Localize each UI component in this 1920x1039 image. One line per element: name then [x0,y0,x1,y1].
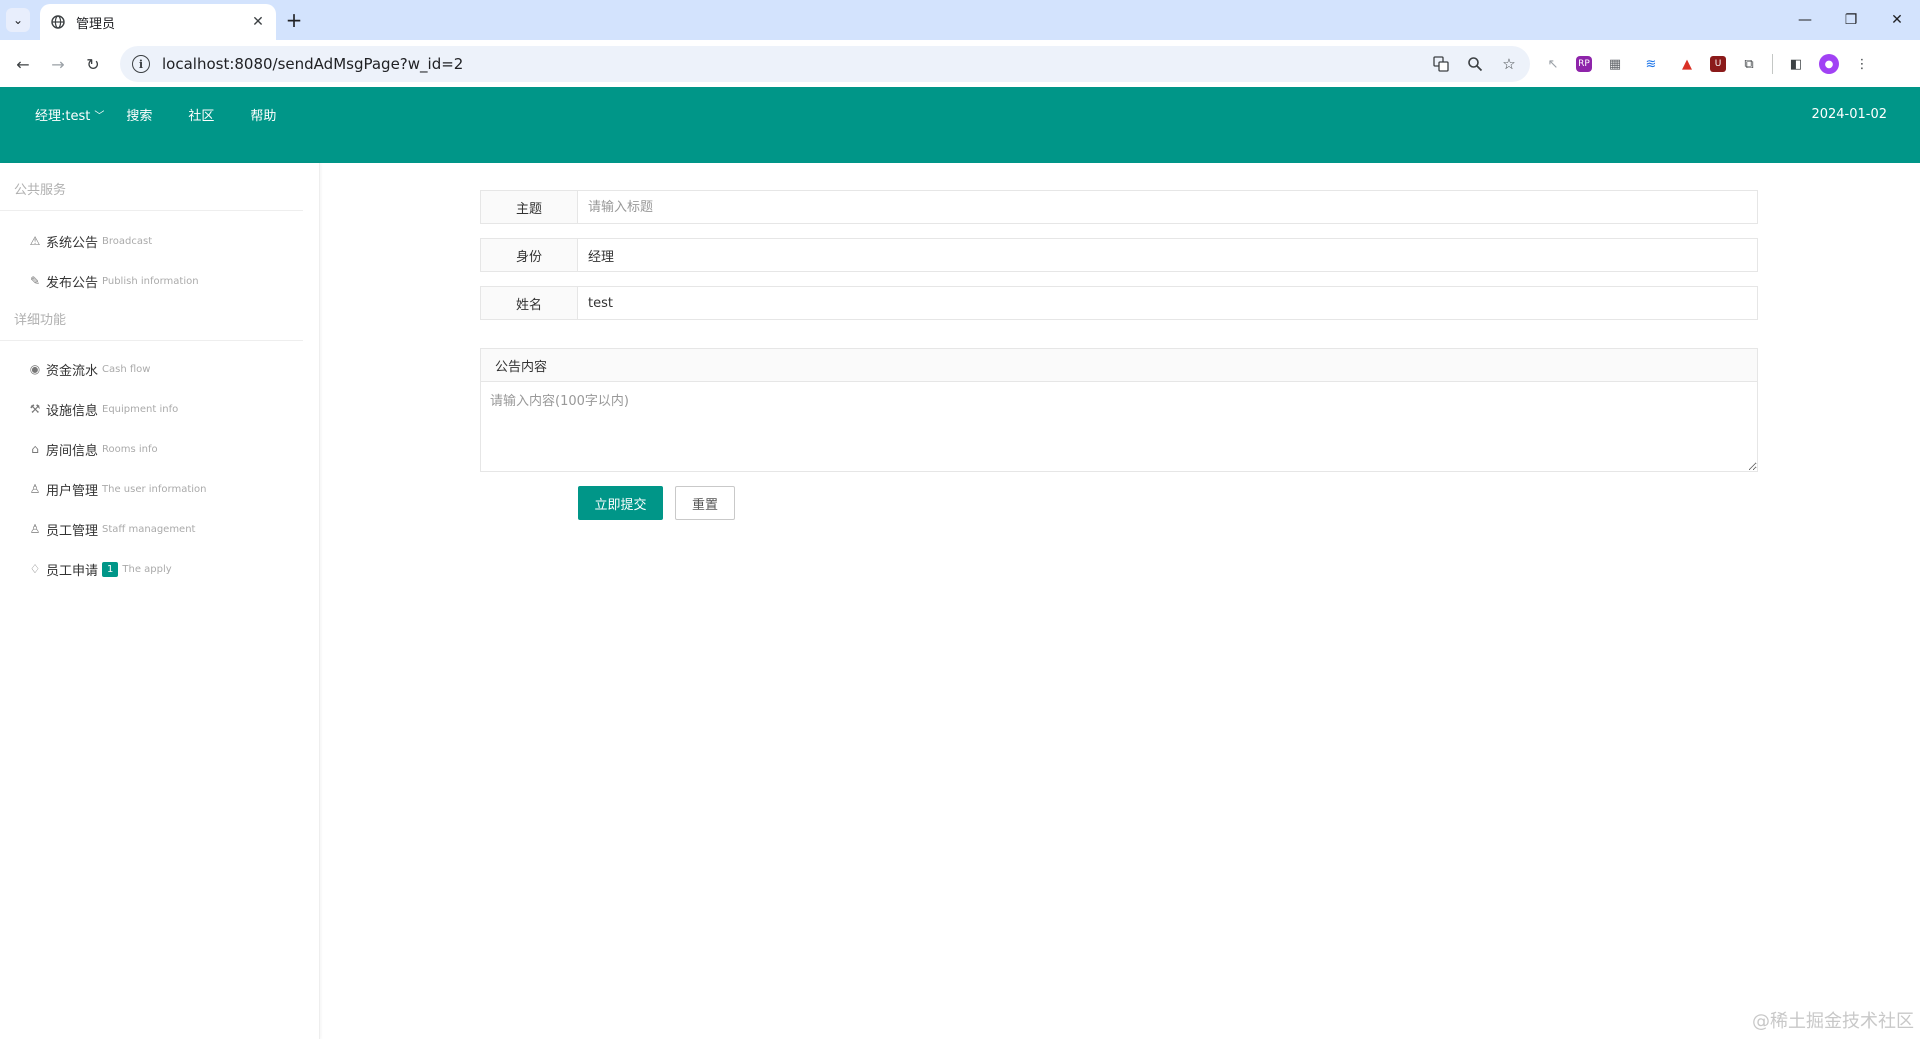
sidebar-section-public: 公共服务 [0,163,303,211]
extensions-bar: ↖ RP ▦ ≋ ▲ U ⧉ ◧ ● ⋮ [1540,51,1875,77]
staff-icon: ♙ [29,522,41,536]
nav-help[interactable]: 帮助 [250,105,276,124]
content-label: 公告内容 [480,348,1758,382]
header-date: 2024-01-02 [1811,107,1887,122]
sidebar-item-sub: Equipment info [102,403,179,415]
sidepanel-icon[interactable]: ◧ [1783,51,1809,77]
browser-tabstrip: ⌄ 管理员 ✕ + — ❐ ✕ [0,0,1920,40]
info-icon[interactable]: i [132,55,150,73]
cash-icon: ◉ [29,362,41,376]
sidebar-item-sub: The user information [102,483,207,495]
top-nav: 经理:test ﹀ 搜索 社区 帮助 [35,105,312,124]
role-input[interactable] [578,238,1758,272]
user-icon: ♙ [29,482,41,496]
sidebar-item-apply[interactable]: ♢ 员工申请 1 The apply [0,549,319,589]
url-text: localhost:8080/sendAdMsgPage?w_id=2 [162,55,464,73]
sidebar-item-label: 资金流水 [46,363,99,379]
sidebar-item-label: 员工申请 [46,563,99,579]
sidebar-item-label: 员工管理 [46,523,99,539]
sidebar-item-cashflow[interactable]: ◉ 资金流水 Cash flow [0,349,319,389]
reset-button[interactable]: 重置 [675,486,735,520]
sidebar-item-sub: The apply [122,563,172,575]
form-actions: 立即提交 重置 [578,486,735,520]
chevron-down-icon: ﹀ [94,111,105,122]
role-row: 身份 [480,238,1758,272]
notification-badge: 1 [102,561,119,577]
sidebar-section-detail: 详细功能 [0,301,303,341]
puzzle-icon[interactable]: ⧉ [1736,51,1762,77]
tools-icon: ⚒ [29,402,41,416]
sidebar-item-sub: Broadcast [102,235,153,247]
sidebar-item-broadcast[interactable]: ⚠ 系统公告 Broadcast [0,221,319,261]
tab-search-button[interactable]: ⌄ [6,8,30,32]
subject-label: 主题 [480,190,578,224]
ublock-extension-icon[interactable]: U [1710,56,1726,72]
toolbar-divider [1772,54,1773,74]
sidebar-item-equipment[interactable]: ⚒ 设施信息 Equipment info [0,389,319,429]
sidebar-item-label: 房间信息 [46,443,99,459]
star-icon[interactable]: ☆ [1498,53,1520,75]
user-menu-label: 经理:test [35,109,91,124]
layers-extension-icon[interactable]: ≋ [1638,51,1664,77]
minimize-icon[interactable]: — [1782,0,1828,40]
sidebar-item-sub: Cash flow [102,363,151,375]
triangle-extension-icon[interactable]: ▲ [1674,51,1700,77]
role-label: 身份 [480,238,578,272]
name-row: 姓名 [480,286,1758,320]
profile-avatar-icon[interactable]: ● [1819,54,1839,74]
bell-icon: ♢ [29,562,41,576]
sidebar-item-sub: Rooms info [102,443,158,455]
sidebar-item-publish[interactable]: ✎ 发布公告 Publish information [0,261,319,301]
restore-icon[interactable]: ❐ [1828,0,1874,40]
address-bar[interactable]: i localhost:8080/sendAdMsgPage?w_id=2 ☆ [120,46,1530,82]
plus-icon[interactable]: + [282,8,306,32]
tab-title: 管理员 [76,16,116,32]
app-header: 经理:test ﹀ 搜索 社区 帮助 2024-01-02 [0,87,1920,163]
sidebar-item-label: 系统公告 [46,235,99,251]
sidebar-item-staff[interactable]: ♙ 员工管理 Staff management [0,509,319,549]
sidebar-item-sub: Publish information [102,275,199,287]
nav-community[interactable]: 社区 [188,105,214,124]
user-menu[interactable]: 经理:test ﹀ [35,105,104,124]
subject-input[interactable] [578,190,1758,224]
submit-button[interactable]: 立即提交 [578,486,663,520]
translate-icon[interactable] [1430,53,1452,75]
forward-icon[interactable]: → [45,51,71,77]
window-controls: — ❐ ✕ [1782,0,1920,40]
reload-icon[interactable]: ↻ [80,51,106,77]
zoom-icon[interactable] [1464,53,1486,75]
panel-extension-icon[interactable]: ▦ [1602,51,1628,77]
browser-toolbar: ← → ↻ i localhost:8080/sendAdMsgPage?w_i… [0,40,1920,87]
home-icon: ⌂ [31,442,39,456]
name-input[interactable] [578,286,1758,320]
globe-icon [50,14,66,30]
back-icon[interactable]: ← [10,51,36,77]
kebab-menu-icon[interactable]: ⋮ [1849,51,1875,77]
edit-icon: ✎ [29,274,41,288]
close-icon[interactable]: ✕ [250,14,266,30]
subject-row: 主题 [480,190,1758,224]
cursor-extension-icon[interactable]: ↖ [1540,51,1566,77]
sidebar: 公共服务 ⚠ 系统公告 Broadcast ✎ 发布公告 Publish inf… [0,163,320,1039]
sidebar-item-sub: Staff management [102,523,196,535]
sidebar-item-label: 用户管理 [46,483,99,499]
name-label: 姓名 [480,286,578,320]
watermark: @稀土掘金技术社区 [1752,1011,1914,1032]
rp-extension-icon[interactable]: RP [1576,56,1592,72]
content-textarea[interactable] [480,382,1758,472]
content-block: 公告内容 [480,348,1758,476]
nav-search[interactable]: 搜索 [126,105,152,124]
sidebar-item-rooms[interactable]: ⌂ 房间信息 Rooms info [0,429,319,469]
sidebar-item-users[interactable]: ♙ 用户管理 The user information [0,469,319,509]
broadcast-icon: ⚠ [29,234,41,248]
sidebar-item-label: 发布公告 [46,275,99,291]
window-close-icon[interactable]: ✕ [1874,0,1920,40]
browser-tab[interactable]: 管理员 ✕ [40,4,276,40]
sidebar-item-label: 设施信息 [46,403,99,419]
